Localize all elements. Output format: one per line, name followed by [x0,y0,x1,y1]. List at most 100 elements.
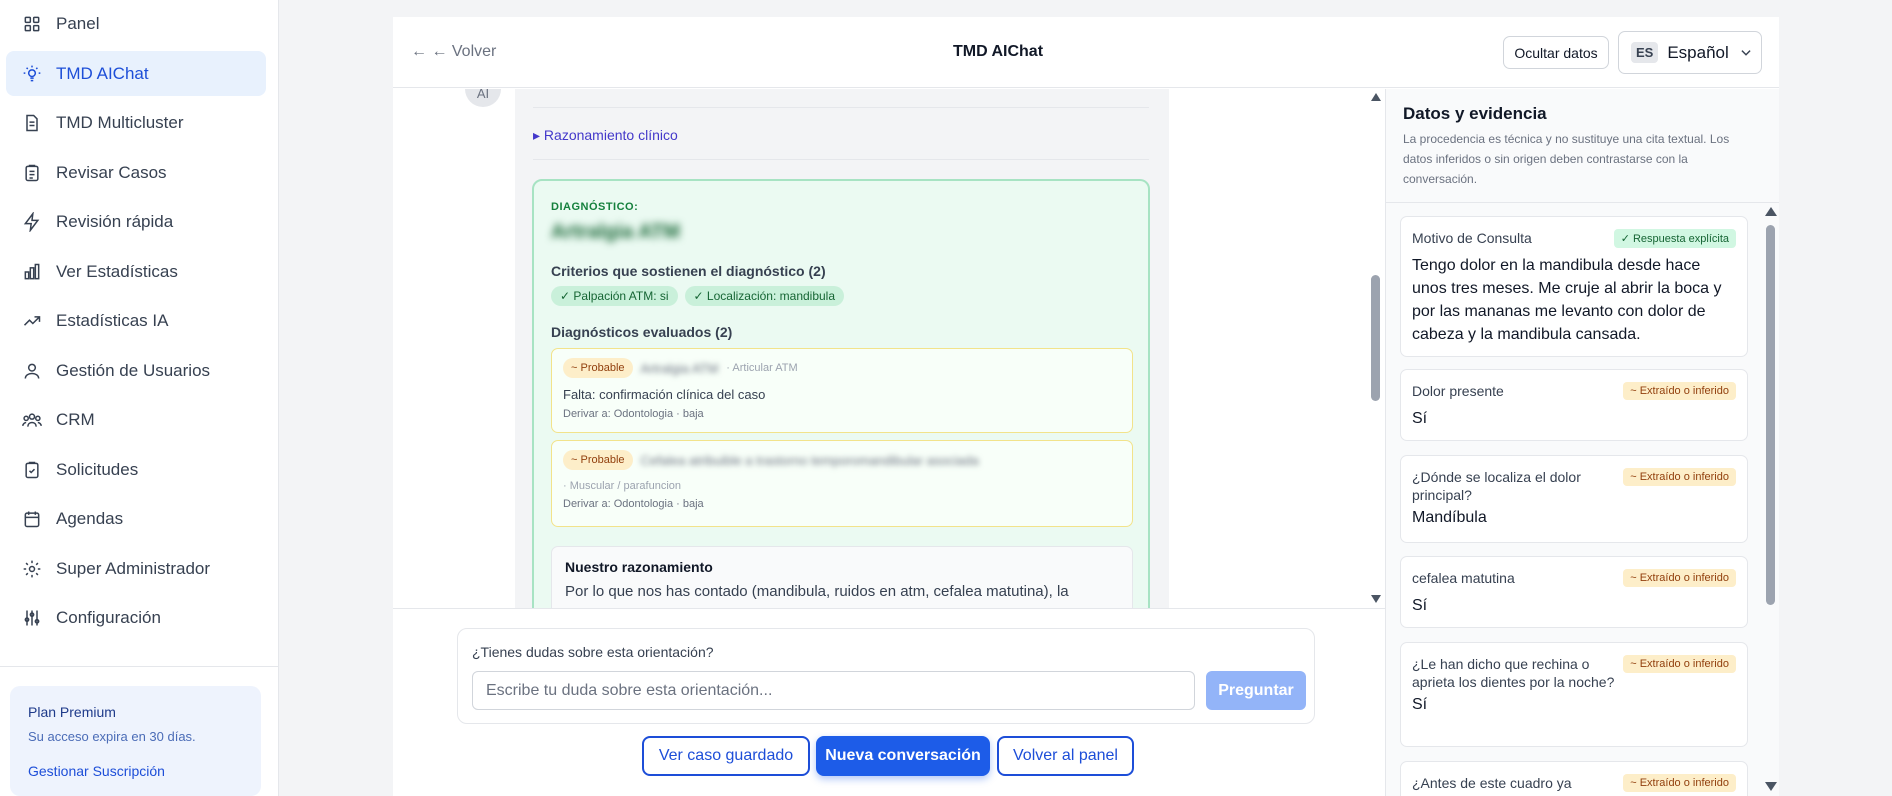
evidence-card: cefalea matutina ~ Extraído o inferido S… [1400,556,1748,628]
evidence-card: ¿Dónde se localiza el dolor principal? ~… [1400,455,1748,543]
ai-message: ▸ Razonamiento clínico DIAGNÓSTICO: Artr… [515,89,1169,609]
evaluated-diagnosis-card: ~ Probable Artralgia ATM · Articular ATM… [551,348,1133,433]
sidebar-item-label: Super Administrador [56,558,211,578]
sliders-icon [21,607,43,629]
diagnosis-label: DIAGNÓSTICO: [551,201,639,213]
evaluated-diagnosis-name: Cefalea atribuible a trastorno temporoma… [640,452,979,468]
sidebar-item-label: Panel [56,13,100,33]
gear-icon [21,558,43,580]
lightning-icon [21,211,43,233]
language-code: ES [1631,42,1659,63]
evidence-card: ¿Le han dicho que rechina o aprieta los … [1400,642,1748,747]
scroll-down-arrow[interactable] [1371,595,1381,603]
criteria-chip: ✓ Palpación ATM: si [551,286,678,306]
evidence-card: Dolor presente ~ Extraído o inferido Sí [1400,369,1748,441]
chat-scrollbar[interactable] [1369,89,1381,609]
sidebar-item-label: Gestión de Usuarios [56,360,211,380]
calendar-icon [21,508,43,530]
scroll-down-arrow[interactable] [1765,782,1777,791]
document-icon [21,112,43,134]
sidebar-item-super-admin[interactable]: Super Administrador [6,546,266,591]
language-select[interactable]: ES Español [1618,31,1762,74]
users-icon [21,360,43,382]
probable-badge: ~ Probable [563,358,633,378]
diagnosis-card: DIAGNÓSTICO: Artralgia ATM Criterios que… [532,179,1150,609]
sidebar-item-revisar-casos[interactable]: Revisar Casos [6,150,266,195]
sidebar-item-label: Solicitudes [56,459,139,479]
plan-box: Plan Premium Su acceso expira en 30 días… [10,686,261,796]
header: ← ← Volver TMD AIChat Ocultar datos ES E… [393,17,1779,88]
sidebar-item-label: Ver Estadísticas [56,261,178,281]
hide-data-button[interactable]: Ocultar datos [1503,36,1609,69]
sidebar-divider [0,666,279,667]
evidence-scrollbar[interactable] [1764,207,1777,792]
evaluated-category: · Muscular / parafuncion [563,480,681,492]
divider [533,159,1149,160]
evidence-value: Sí [1412,410,1428,427]
plan-title: Plan Premium [28,704,116,720]
inferred-badge: ~ Extraído o inferido [1623,382,1736,400]
question-input[interactable] [472,671,1195,710]
diagnosis-name: Artralgia ATM [551,221,680,243]
reasoning-box: Nuestro razonamiento Por lo que nos has … [551,546,1133,609]
sidebar-item-label: CRM [56,409,95,429]
sidebar-item-configuracion[interactable]: Configuración [6,595,266,640]
ask-button[interactable]: Preguntar [1206,671,1306,710]
evidence-label: ¿Dónde se localiza el dolor principal? [1412,469,1581,503]
derive-text: Derivar a: Odontologia · baja [563,408,704,420]
evaluated-diagnosis-name: Artralgia ATM [640,360,719,376]
missing-text: Falta: confirmación clínica del caso [563,387,766,402]
question-label: ¿Tienes dudas sobre esta orientación? [472,644,714,660]
scroll-thumb[interactable] [1766,225,1775,605]
evaluated-title: Diagnósticos evaluados (2) [551,324,733,340]
sidebar-item-tmd-multicluster[interactable]: TMD Multicluster [6,100,266,145]
new-conversation-button[interactable]: Nueva conversación [816,736,990,776]
clinical-reasoning-toggle[interactable]: ▸ Razonamiento clínico [533,127,678,144]
inferred-badge: ~ Extraído o inferido [1623,655,1736,673]
inferred-badge: ~ Extraído o inferido [1623,468,1736,486]
reasoning-text: Por lo que nos has contado (mandibula, r… [565,583,1069,600]
sidebar-item-estadisticas-ia[interactable]: Estadísticas IA [6,298,266,343]
sidebar-item-revision-rapida[interactable]: Revisión rápida [6,199,266,244]
sidebar-item-tmd-aichat[interactable]: TMD AIChat [6,51,266,96]
sidebar-item-label: TMD AIChat [56,63,149,83]
sidebar-item-gestion-usuarios[interactable]: Gestión de Usuarios [6,348,266,393]
sidebar-item-panel[interactable]: Panel [6,1,266,46]
grid-icon [21,13,43,35]
chevron-down-icon [1741,49,1751,56]
scroll-thumb[interactable] [1371,275,1380,401]
sidebar-item-agendas[interactable]: Agendas [6,496,266,541]
bar-chart-icon [21,261,43,283]
evidence-title: Datos y evidencia [1403,104,1547,123]
chat-area: AI ▸ Razonamiento clínico DIAGNÓSTICO: A… [393,89,1385,609]
view-saved-case-button[interactable]: Ver caso guardado [642,736,810,776]
sidebar: Panel TMD AIChat TMD Multicluster Revisa… [0,0,279,796]
page-title: TMD AIChat [952,43,1044,60]
inferred-badge: ~ Extraído o inferido [1623,774,1736,792]
manage-subscription-link[interactable]: Gestionar Suscripción [28,763,243,779]
back-to-panel-button[interactable]: Volver al panel [997,736,1134,776]
scroll-up-arrow[interactable] [1371,93,1381,101]
sidebar-item-crm[interactable]: CRM [6,397,266,442]
evaluated-diagnosis-card: ~ Probable Cefalea atribuible a trastorn… [551,440,1133,527]
sidebar-item-label: Revisar Casos [56,162,167,182]
sidebar-item-label: Revisión rápida [56,211,174,231]
criteria-list: ✓ Palpación ATM: si ✓ Localización: mand… [551,286,845,306]
sidebar-item-solicitudes[interactable]: Solicitudes [6,447,266,492]
scroll-up-arrow[interactable] [1765,207,1777,216]
probable-badge: ~ Probable [563,450,633,470]
evidence-label: Dolor presente [1412,383,1504,399]
sidebar-item-label: TMD Multicluster [56,112,184,132]
evidence-value: Sí [1412,597,1428,614]
evidence-card: ¿Antes de este cuadro ya ~ Extraído o in… [1400,761,1748,796]
evidence-value: Sí [1412,696,1428,713]
evidence-card: Motivo de Consulta ✓ Respuesta explícita… [1400,216,1748,357]
sidebar-item-ver-estadisticas[interactable]: Ver Estadísticas [6,249,266,294]
ai-avatar: AI [465,89,501,107]
reasoning-title: Nuestro razonamiento [565,559,713,575]
group-icon [21,409,43,431]
evidence-value: Mandíbula [1412,509,1487,526]
sidebar-item-label: Agendas [56,508,124,528]
main-card: ← ← Volver TMD AIChat Ocultar datos ES E… [393,17,1779,796]
sidebar-item-label: Configuración [56,607,161,627]
